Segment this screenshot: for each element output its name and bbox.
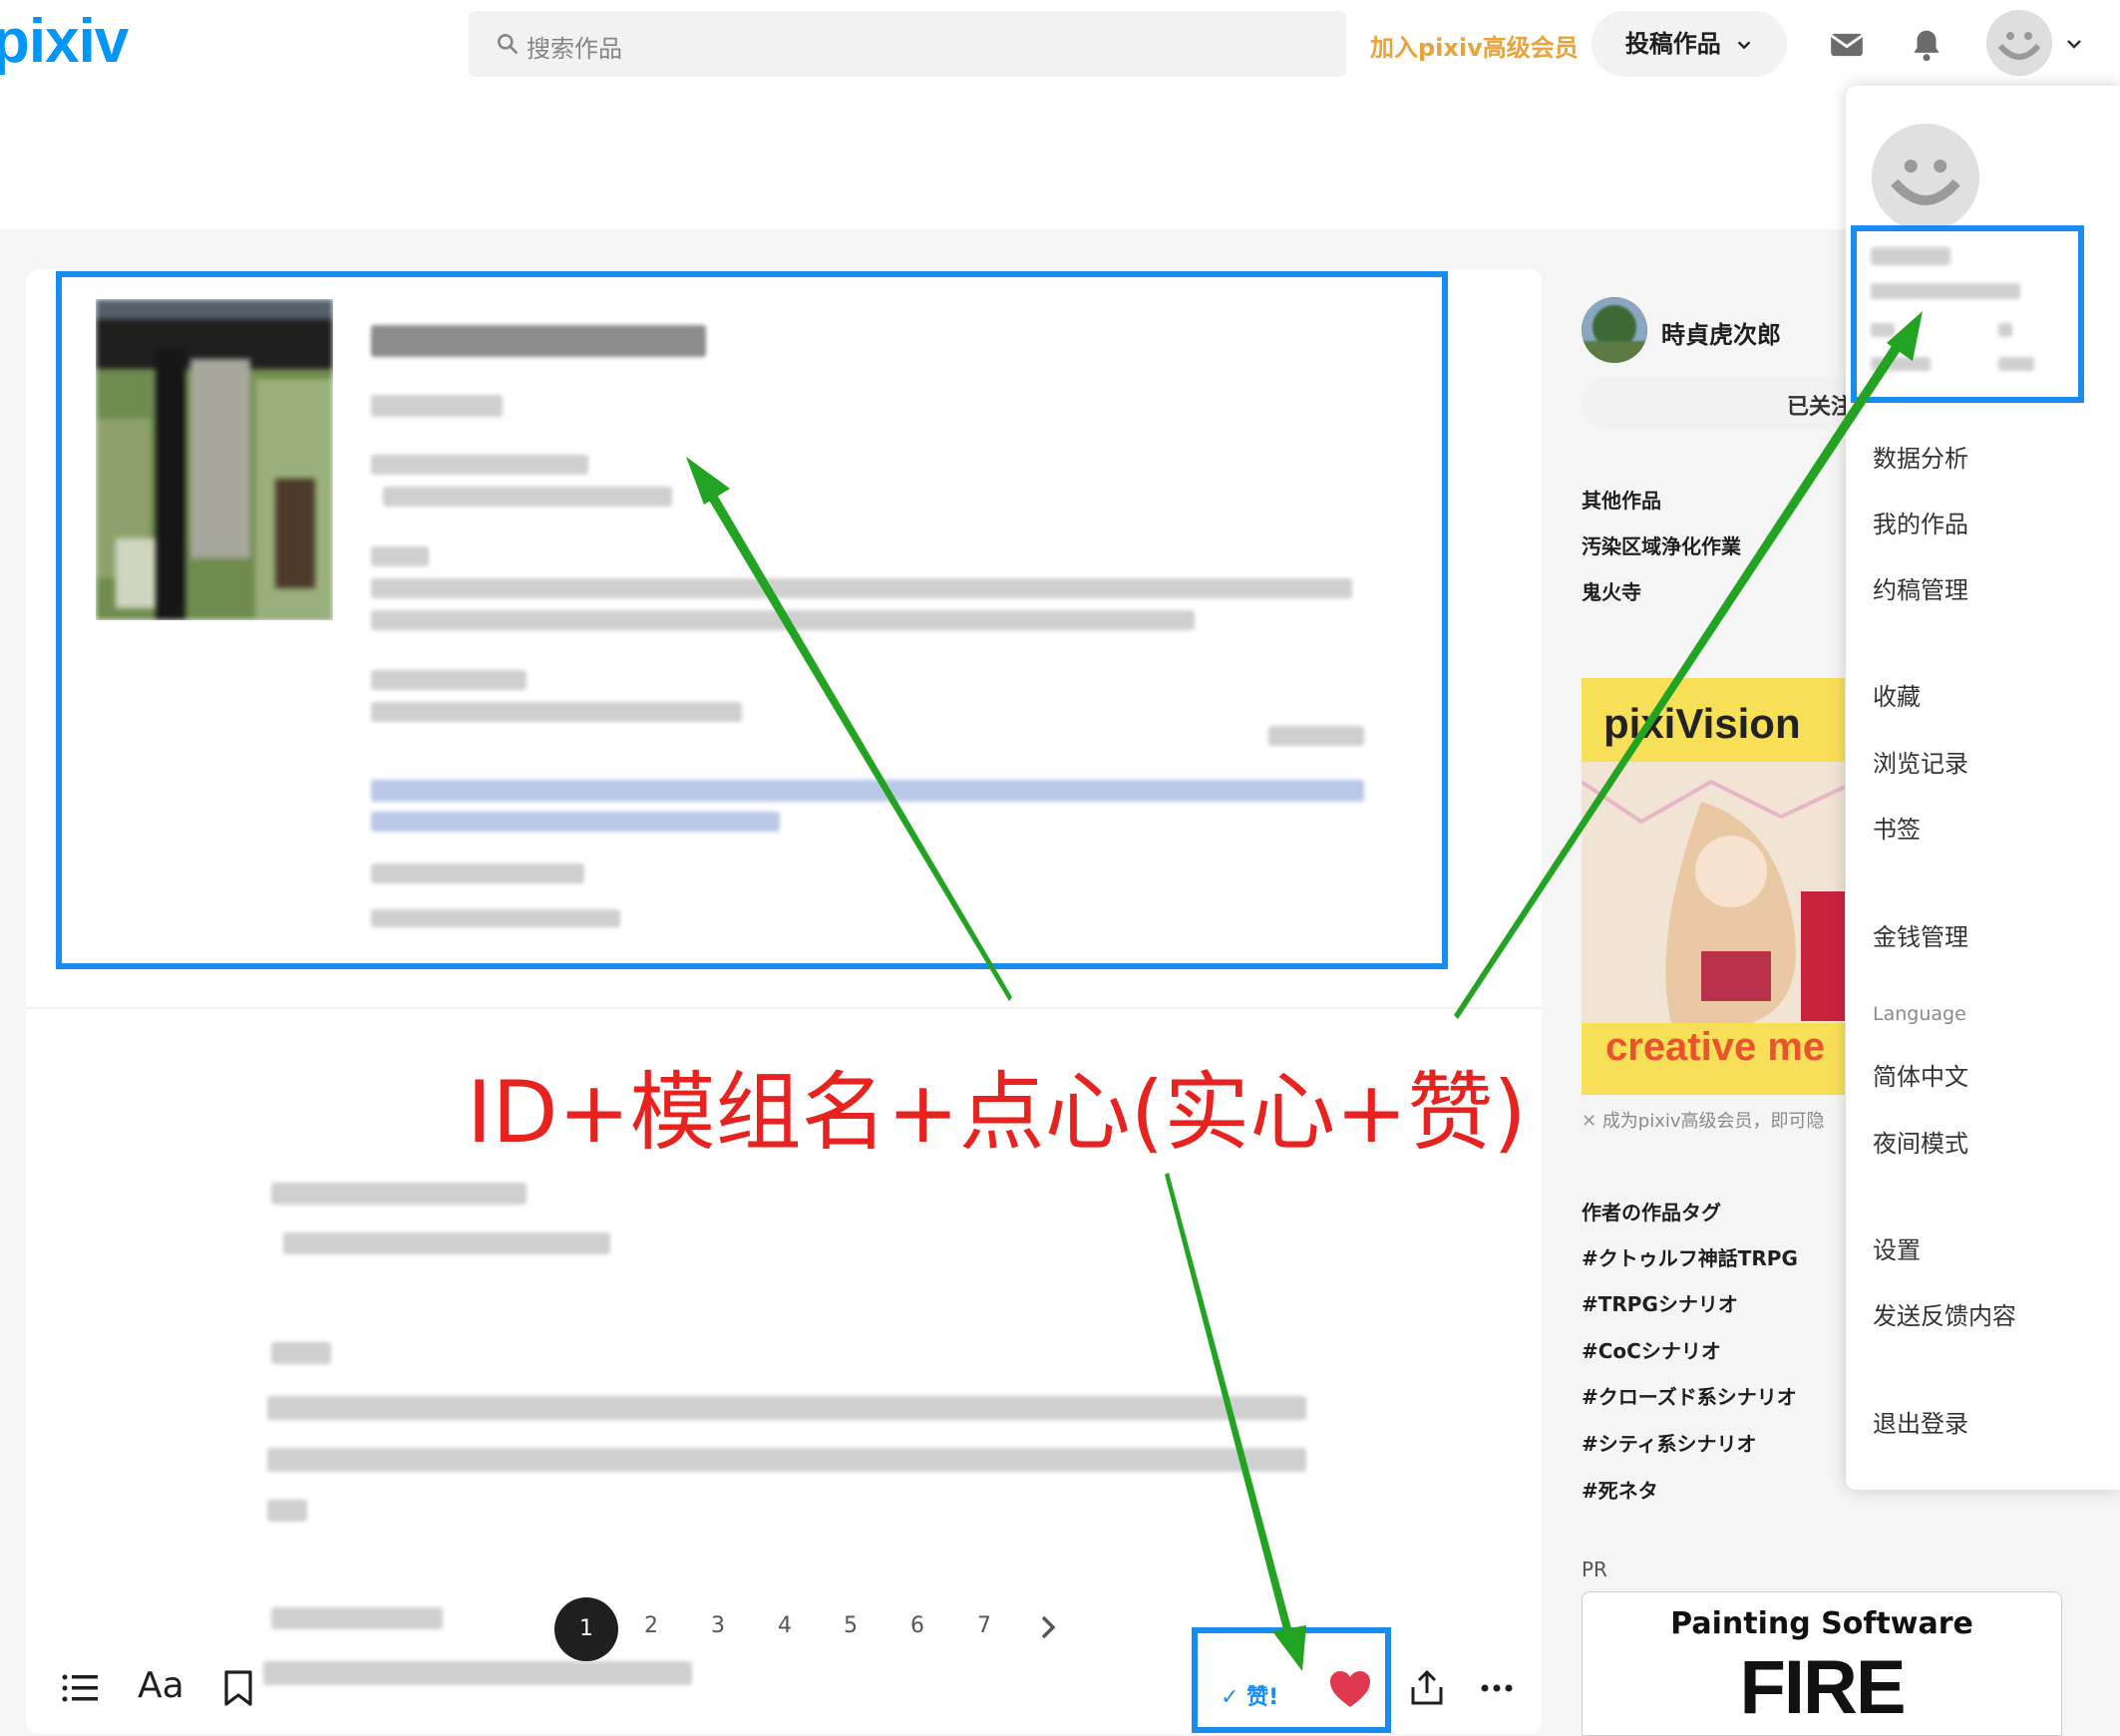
annotation-label: ID+模组名+点心(实心+赞) bbox=[467, 1063, 1527, 1163]
annotation-arrows bbox=[686, 311, 1923, 1671]
